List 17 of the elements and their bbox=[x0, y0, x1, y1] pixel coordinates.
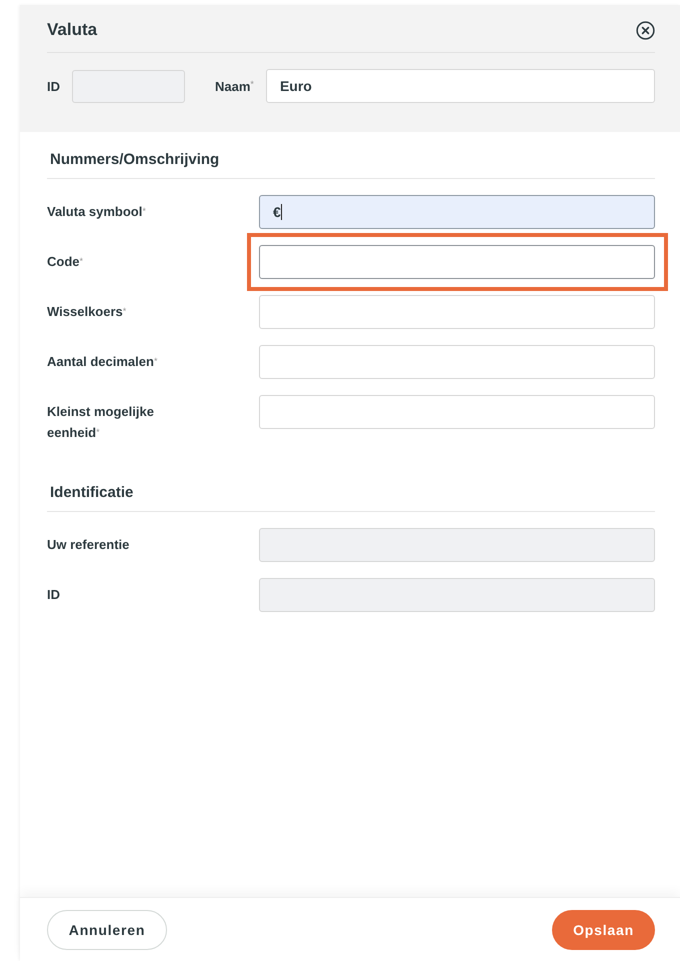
field-label: ID bbox=[47, 586, 61, 604]
field-label: Valuta symbool* bbox=[47, 203, 147, 221]
input-field[interactable] bbox=[259, 245, 655, 279]
field-label: ID bbox=[47, 78, 60, 94]
input-field[interactable]: € bbox=[259, 195, 655, 229]
field-label: Wisselkoers* bbox=[47, 303, 128, 321]
section-heading: Identificatie bbox=[47, 483, 655, 512]
dialog-title: Valuta bbox=[47, 20, 98, 40]
close-icon[interactable] bbox=[636, 20, 655, 40]
cancel-button[interactable]: Annuleren bbox=[47, 910, 167, 950]
field-label: Kleinst mogelijke eenheid* bbox=[47, 403, 155, 442]
section-heading: Nummers/Omschrijving bbox=[47, 150, 655, 179]
field-label: Uw referentie bbox=[47, 536, 130, 554]
field-label: Aantal decimalen* bbox=[47, 353, 158, 371]
input-field[interactable]: Euro bbox=[266, 69, 655, 103]
field-label: Code* bbox=[47, 253, 84, 271]
field-label: Naam* bbox=[215, 78, 254, 94]
